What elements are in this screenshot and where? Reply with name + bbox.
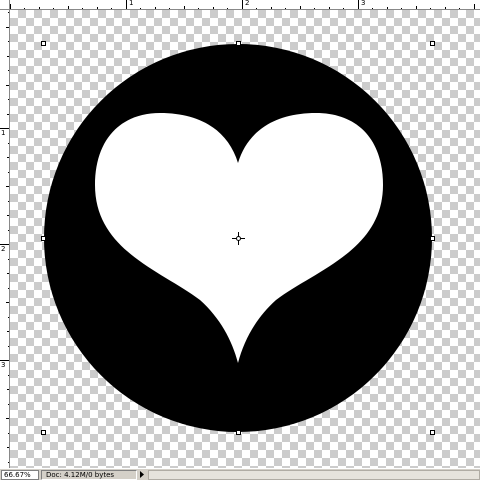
ruler-number: 3 bbox=[1, 361, 6, 369]
ruler-number: 1 bbox=[1, 129, 6, 137]
status-bar: 66.67% Doc: 4.12M/0 bytes bbox=[0, 468, 480, 480]
ruler-number: 3 bbox=[361, 0, 366, 7]
ruler-number: 2 bbox=[245, 0, 250, 7]
ruler-origin-corner[interactable] bbox=[0, 0, 10, 10]
transform-handle-icon[interactable] bbox=[236, 430, 241, 435]
ruler-number: 2 bbox=[1, 245, 6, 253]
transform-handle-icon[interactable] bbox=[430, 236, 435, 241]
document-canvas[interactable] bbox=[10, 10, 480, 468]
canvas-artwork bbox=[41, 41, 435, 435]
horizontal-ruler[interactable]: 1 2 3 bbox=[10, 0, 480, 10]
photoshop-document-window: 1 2 3 1 2 3 66.67% Doc: 4.12M/0 bytes bbox=[0, 0, 480, 480]
zoom-level-field[interactable]: 66.67% bbox=[1, 469, 39, 480]
transform-handle-icon[interactable] bbox=[41, 41, 46, 46]
document-size-info: Doc: 4.12M/0 bytes bbox=[41, 469, 137, 480]
triangle-right-icon bbox=[140, 471, 144, 478]
horizontal-scrollbar[interactable] bbox=[148, 469, 480, 480]
status-menu-button[interactable] bbox=[138, 470, 146, 480]
transform-handle-icon[interactable] bbox=[430, 41, 435, 46]
transform-handle-icon[interactable] bbox=[236, 41, 241, 46]
ruler-number: 1 bbox=[129, 0, 134, 7]
transform-handle-icon[interactable] bbox=[41, 430, 46, 435]
transform-handle-icon[interactable] bbox=[41, 236, 46, 241]
transform-handle-icon[interactable] bbox=[430, 430, 435, 435]
vertical-ruler-ticks bbox=[0, 12, 9, 463]
vertical-ruler[interactable]: 1 2 3 bbox=[0, 10, 10, 468]
